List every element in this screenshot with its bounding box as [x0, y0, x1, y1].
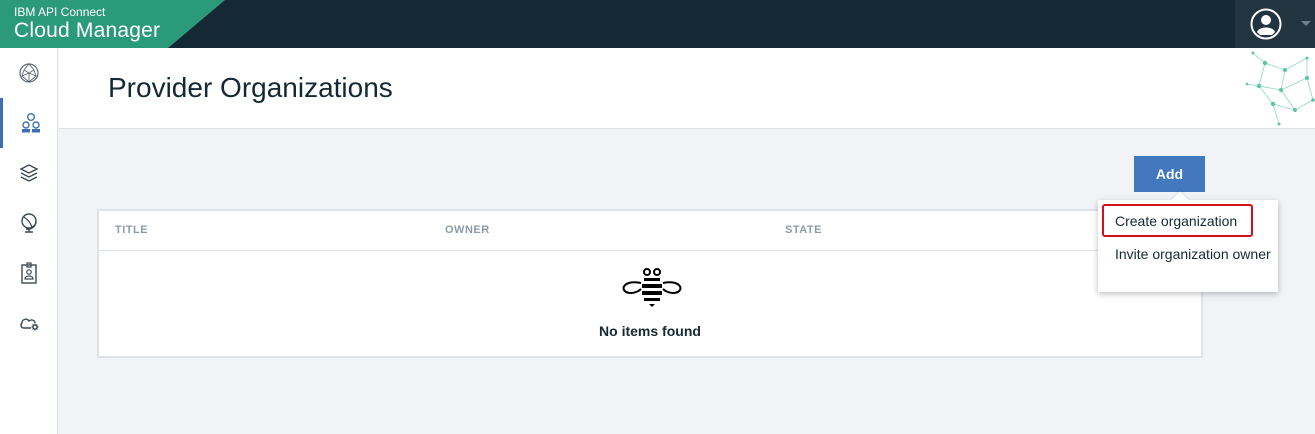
sidebar-item-resources[interactable] [0, 148, 58, 198]
add-dropdown-menu: Create organization Invite organization … [1098, 191, 1278, 292]
sidebar-item-dashboard[interactable] [0, 48, 58, 98]
cloud-settings-icon [20, 318, 39, 331]
product-name: IBM API Connect [14, 5, 106, 19]
topology-globe-icon [21, 213, 37, 233]
organizations-icon [21, 113, 40, 133]
dashboard-globe-icon [19, 63, 39, 83]
column-header-title[interactable]: TITLE [115, 224, 148, 236]
sidebar-item-cloud-settings[interactable] [0, 298, 58, 348]
sidebar-item-topology[interactable] [0, 198, 58, 248]
chevron-down-icon [1301, 21, 1311, 26]
bee-icon [622, 268, 682, 307]
column-header-owner[interactable]: OWNER [445, 224, 490, 236]
page-title: Provider Organizations [108, 72, 393, 103]
menu-item-create-organization[interactable]: Create organization [1102, 204, 1253, 237]
network-decoration-icon [1245, 51, 1315, 126]
user-menu-button[interactable] [1235, 0, 1315, 48]
sidebar [0, 48, 58, 434]
provider-organizations-table: TITLE OWNER STATE No items found [97, 209, 1203, 358]
sidebar-item-members[interactable] [0, 248, 58, 298]
table-header: TITLE OWNER STATE [99, 211, 1201, 251]
resources-layers-icon [19, 164, 39, 182]
app-title: Cloud Manager [14, 19, 161, 42]
page-header: Provider Organizations [59, 48, 1315, 129]
empty-state-message: No items found [599, 323, 701, 339]
sidebar-item-provider-organizations[interactable] [0, 98, 58, 148]
members-badge-icon [21, 262, 37, 284]
top-bar: IBM API Connect Cloud Manager [0, 0, 1315, 48]
brand-block[interactable]: IBM API Connect Cloud Manager [0, 0, 225, 48]
column-header-state[interactable]: STATE [785, 224, 822, 236]
user-avatar-icon [1250, 8, 1282, 40]
add-button[interactable]: Add [1134, 156, 1205, 192]
menu-item-invite-organization-owner[interactable]: Invite organization owner [1098, 247, 1278, 261]
